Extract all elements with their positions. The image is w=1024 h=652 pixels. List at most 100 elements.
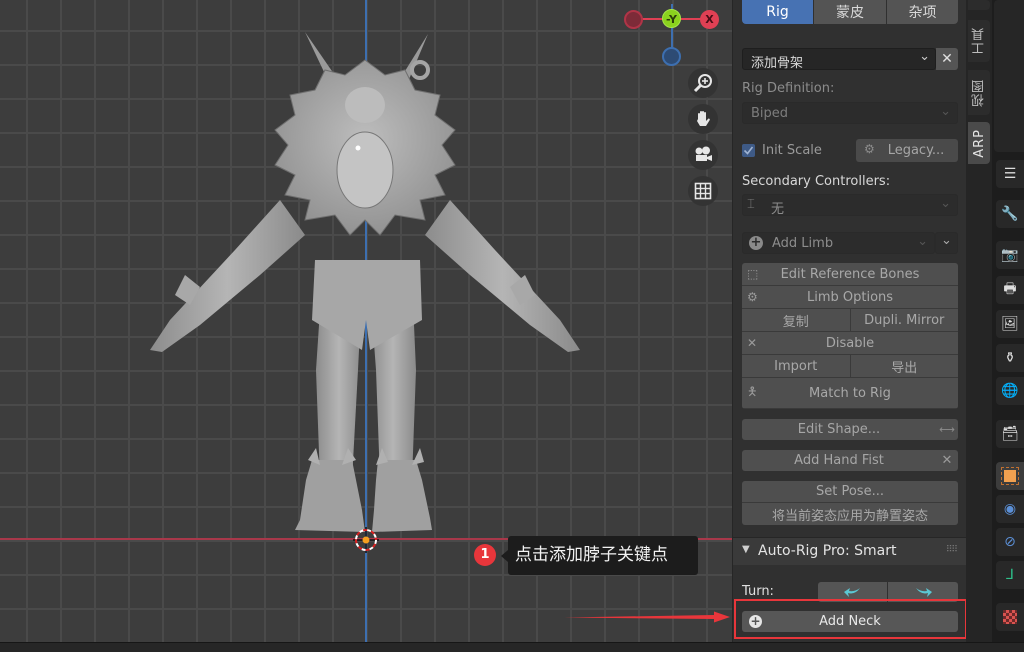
remove-hand-fist-button[interactable]: ✕ xyxy=(936,450,958,471)
tab-rig[interactable]: Rig xyxy=(742,0,813,24)
camera-view-button[interactable] xyxy=(688,140,718,170)
tab-arp[interactable]: ARP xyxy=(968,122,990,164)
output-printer-icon: 🖶 xyxy=(1003,281,1017,297)
status-bar xyxy=(0,642,1024,652)
apply-pose-as-rest-button[interactable]: 将当前姿态应用为静置姿态 xyxy=(742,503,958,525)
annotation-arrow-icon xyxy=(564,611,730,623)
world-globe-icon: 🌐 xyxy=(1001,383,1019,399)
reference-bones-icon: ⬚ xyxy=(747,267,759,281)
gizmo-neg-z[interactable] xyxy=(662,47,681,66)
tab-misc[interactable]: 杂项 xyxy=(887,0,958,24)
gizmo-x[interactable]: X xyxy=(700,10,719,29)
edit-reference-bones-label: Edit Reference Bones xyxy=(780,266,920,282)
tool-wrench-icon: 🔧 xyxy=(1001,206,1019,222)
zoom-view-button[interactable] xyxy=(688,68,718,98)
turn-right-arrow-icon xyxy=(916,588,932,597)
match-to-rig-label: Match to Rig xyxy=(809,385,891,401)
set-pose-button[interactable]: Set Pose... xyxy=(742,481,958,502)
add-limb-dropdown-button[interactable]: ⌄ xyxy=(935,232,958,254)
prop-tab-view-layer[interactable]: 🖼 xyxy=(996,310,1024,338)
prop-tab-object[interactable] xyxy=(996,462,1024,490)
chevron-down-icon: ⌄ xyxy=(917,234,928,249)
gizmo-neg-y[interactable]: -Y xyxy=(662,9,681,28)
edit-shape-button[interactable]: Edit Shape... xyxy=(742,419,936,440)
smart-panel-header[interactable]: ▼ Auto-Rig Pro: Smart ⠿⠿ xyxy=(733,537,967,565)
collection-box-icon: 🗃 xyxy=(1001,426,1019,442)
chevron-down-icon: ⌄ xyxy=(940,104,951,119)
add-hand-fist-button[interactable]: Add Hand Fist xyxy=(742,450,936,471)
secondary-controllers-label: Secondary Controllers: xyxy=(742,174,891,189)
tab-partial-top[interactable] xyxy=(968,0,990,10)
limb-options-button[interactable]: ⚙ Limb Options xyxy=(742,286,958,308)
prop-tab-world[interactable]: 🌐 xyxy=(996,377,1024,405)
close-icon: ✕ xyxy=(941,51,953,67)
object-square-icon xyxy=(1001,467,1019,485)
prop-tab-texture[interactable] xyxy=(996,603,1024,631)
close-icon: ✕ xyxy=(941,453,953,468)
clear-armature-button[interactable]: ✕ xyxy=(936,48,958,70)
navigation-gizmo[interactable]: -Y X xyxy=(620,4,730,74)
tooltip-pointer xyxy=(501,550,508,562)
tab-skin[interactable]: 蒙皮 xyxy=(814,0,886,24)
tab-view[interactable]: 视图 xyxy=(968,70,990,115)
rig-definition-value: Biped xyxy=(751,106,789,121)
init-scale-checkbox[interactable] xyxy=(742,144,755,157)
chevron-down-icon: ⌄ xyxy=(940,196,951,211)
add-limb-select[interactable]: + Add Limb ⌄ xyxy=(742,232,935,254)
smart-panel-title: Auto-Rig Pro: Smart xyxy=(758,543,897,559)
instruction-tooltip: 点击添加脖子关键点 xyxy=(508,536,698,575)
pan-hand-icon xyxy=(697,111,710,126)
properties-tabs: ☰ 🔧 📷 🖶 🖼 ⚱ 🌐 🗃 ◉ ⊘ ⅃ xyxy=(992,0,1024,642)
3d-cursor[interactable] xyxy=(353,527,379,553)
texture-checker-icon xyxy=(1003,610,1017,624)
disable-label: Disable xyxy=(825,335,875,351)
prop-tab-collection[interactable]: 🗃 xyxy=(996,420,1024,448)
prop-tab-constraints[interactable]: ⊘ xyxy=(996,528,1024,556)
limb-tools-group: ⬚ Edit Reference Bones ⚙ Limb Options 复制… xyxy=(742,263,958,409)
zoom-view-icon xyxy=(693,74,712,93)
disable-limb-button[interactable]: ✕ Disable xyxy=(742,332,958,354)
secondary-controllers-value: 无 xyxy=(771,202,785,217)
prop-tab-output[interactable]: 🖶 xyxy=(996,276,1024,304)
bone-shape-icon: ⌶ xyxy=(747,197,755,212)
ortho-toggle-button[interactable] xyxy=(688,176,718,206)
prop-tab-scene[interactable]: ⚱ xyxy=(996,344,1024,372)
pan-view-button[interactable] xyxy=(688,104,718,134)
add-neck-button[interactable]: + Add Neck xyxy=(742,611,958,632)
view-layer-icon: 🖼 xyxy=(1001,316,1019,332)
prop-tab-object-data[interactable]: ⅃ xyxy=(996,561,1024,589)
legacy-button[interactable]: ⚙ Legacy... xyxy=(856,139,958,162)
edit-reference-bones-button[interactable]: ⬚ Edit Reference Bones xyxy=(742,263,958,285)
character-model[interactable] xyxy=(130,20,600,550)
prop-tab-tool[interactable]: 🔧 xyxy=(996,200,1024,228)
ortho-grid-icon xyxy=(694,182,712,200)
dupli-mirror-button[interactable]: Dupli. Mirror xyxy=(849,309,958,331)
import-button[interactable]: Import xyxy=(742,355,850,377)
constraints-icon: ⊘ xyxy=(1004,534,1016,550)
armature-figure-icon: 🯅 xyxy=(747,384,758,399)
tab-tools[interactable]: 工具 xyxy=(968,20,990,62)
butterfly-mirror-icon: ⟷ xyxy=(939,423,955,436)
add-neck-label: Add Neck xyxy=(819,614,881,629)
editor-type-toggle[interactable]: ☰ xyxy=(996,160,1024,188)
match-to-rig-button[interactable]: 🯅 Match to Rig xyxy=(742,378,958,408)
secondary-controllers-select[interactable]: ⌶ 无 ⌄ xyxy=(742,194,958,217)
turn-label: Turn: xyxy=(742,584,774,599)
sidebar-tabs: 工具 视图 ARP xyxy=(966,0,992,642)
copy-limb-button[interactable]: 复制 xyxy=(742,309,850,331)
export-button[interactable]: 导出 xyxy=(849,355,958,377)
mirror-shape-button[interactable]: ⟷ xyxy=(936,419,958,440)
turn-left-arrow-icon xyxy=(843,588,860,597)
scene-icon: ⚱ xyxy=(1004,350,1016,366)
drag-handle-icon[interactable]: ⠿⠿ xyxy=(946,545,958,555)
prop-tab-physics[interactable]: ◉ xyxy=(996,495,1024,523)
gizmo-neg-x[interactable] xyxy=(624,10,643,29)
properties-header-area xyxy=(994,0,1024,152)
prop-tab-render[interactable]: 📷 xyxy=(996,241,1024,269)
rig-definition-select[interactable]: Biped ⌄ xyxy=(742,102,958,124)
3d-viewport[interactable]: -Y X 1 点击添加脖子关键点 xyxy=(0,0,732,642)
armature-select[interactable]: 添加骨架 ⌄ xyxy=(742,48,936,71)
rig-definition-label: Rig Definition: xyxy=(742,81,835,96)
chevron-down-icon: ⌄ xyxy=(919,49,930,64)
gears-icon: ⚙ xyxy=(864,142,875,156)
